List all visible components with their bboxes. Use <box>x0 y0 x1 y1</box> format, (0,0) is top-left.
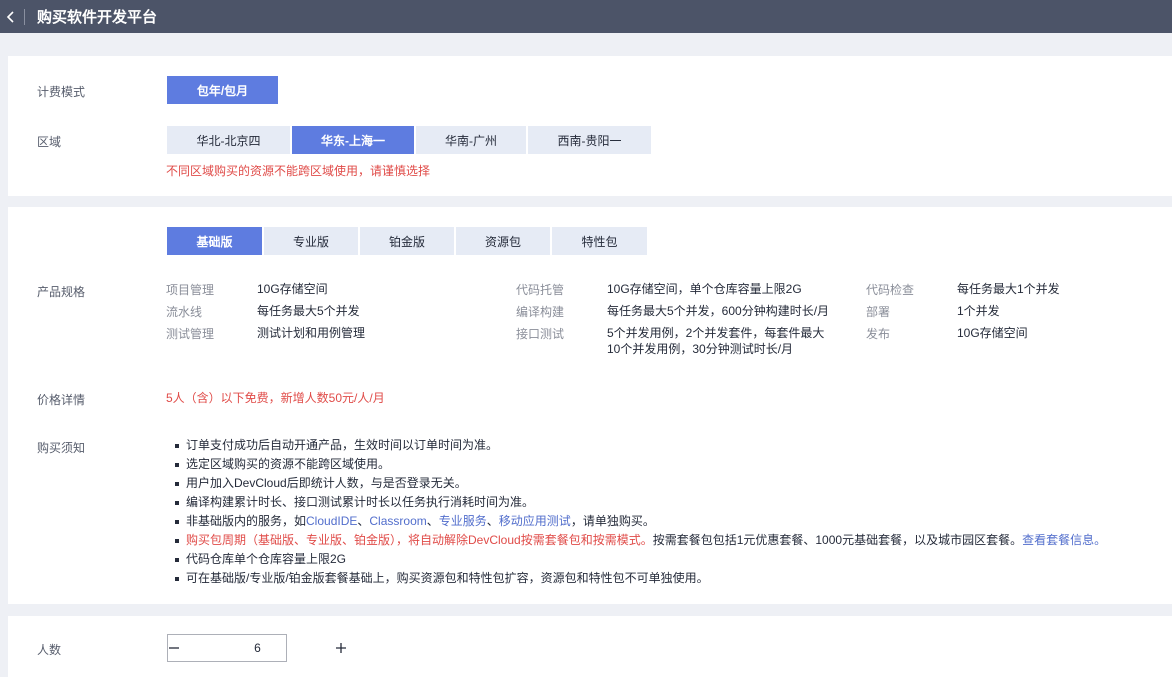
notice-item: 选定区域购买的资源不能跨区域使用。 <box>170 455 1170 474</box>
spec-key: 编译构建 <box>516 305 565 319</box>
minus-icon <box>169 647 179 649</box>
product-card: 基础版 专业版 铂金版 资源包 特性包 产品规格 项目管理 10G存储空间 流水… <box>8 207 1172 604</box>
tab-feature-pack[interactable]: 特性包 <box>552 227 647 255</box>
tab-professional[interactable]: 专业版 <box>264 227 358 255</box>
region-option-shanghai1[interactable]: 华东-上海一 <box>292 126 414 154</box>
notice-item: 可在基础版/专业版/铂金版套餐基础上，购买资源包和特性包扩容，资源包和特性包不可… <box>170 569 1170 588</box>
top-bar: 购买软件开发平台 <box>0 0 1172 33</box>
spec-value: 5个并发用例，2个并发套件，每套件最大 <box>607 326 825 340</box>
spec-key: 项目管理 <box>166 283 215 297</box>
spec-key: 代码检查 <box>866 283 915 297</box>
cloudide-link[interactable]: CloudIDE <box>306 514 357 528</box>
mobile-app-testing-link[interactable]: 移动应用测试 <box>499 514 571 528</box>
spec-value: 测试计划和用例管理 <box>257 326 366 340</box>
classroom-link[interactable]: Classroom <box>369 514 426 528</box>
region-warning: 不同区域购买的资源不能跨区域使用，请谨慎选择 <box>166 164 431 178</box>
spec-value: 10G存储空间 <box>257 282 328 296</box>
spec-key: 代码托管 <box>516 283 565 297</box>
plus-icon <box>336 643 346 653</box>
spec-value: 每任务最大5个并发，600分钟构建时长/月 <box>607 304 830 318</box>
people-count-input[interactable] <box>180 635 335 661</box>
page-title: 购买软件开发平台 <box>37 9 158 26</box>
tab-basic[interactable]: 基础版 <box>167 227 262 255</box>
notice-separator: 、 <box>426 514 439 528</box>
notice-warning-text: 购买包周期（基础版、专业版、铂金版），将自动解除DevCloud按需套餐包和按需… <box>186 533 653 547</box>
back-button[interactable] <box>0 0 22 33</box>
price-text: 5人（含）以下免费，新增人数50元/人/月 <box>166 391 385 405</box>
billing-region-card: 计费模式 包年/包月 区域 华北-北京四 华东-上海一 华南-广州 西南-贵阳一… <box>8 56 1172 196</box>
spec-key: 接口测试 <box>516 327 565 341</box>
notice-item: 订单支付成功后自动开通产品，生效时间以订单时间为准。 <box>170 436 1170 455</box>
price-label: 价格详情 <box>37 393 86 407</box>
spec-key: 流水线 <box>166 305 203 319</box>
spec-key: 测试管理 <box>166 327 215 341</box>
header-divider <box>24 8 25 25</box>
notice-separator: 、 <box>357 514 370 528</box>
region-option-guangzhou[interactable]: 华南-广州 <box>416 126 526 154</box>
notice-list: 订单支付成功后自动开通产品，生效时间以订单时间为准。 选定区域购买的资源不能跨区… <box>170 436 1170 588</box>
notice-item: 非基础版内的服务，如CloudIDE、Classroom、专业服务、移动应用测试… <box>170 512 1170 531</box>
region-option-guiyang1[interactable]: 西南-贵阳一 <box>528 126 651 154</box>
people-card: 人数 <box>8 616 1172 677</box>
notice-item: 购买包周期（基础版、专业版、铂金版），将自动解除DevCloud按需套餐包和按需… <box>170 531 1170 550</box>
people-label: 人数 <box>37 643 62 657</box>
chevron-left-icon <box>6 10 14 23</box>
spec-value: 10G存储空间，单个仓库容量上限2G <box>607 282 802 296</box>
spec-value: 每任务最大1个并发 <box>957 282 1060 296</box>
notice-text: 按需套餐包包括1元优惠套餐、1000元基础套餐，以及城市园区套餐。 <box>652 533 1023 547</box>
professional-service-link[interactable]: 专业服务 <box>439 514 487 528</box>
billing-option-yearly-monthly[interactable]: 包年/包月 <box>167 76 278 104</box>
spec-label: 产品规格 <box>37 285 86 299</box>
decrement-button[interactable] <box>168 635 180 661</box>
spec-key: 部署 <box>866 305 891 319</box>
spec-key: 发布 <box>866 327 891 341</box>
billing-mode-label: 计费模式 <box>37 85 86 99</box>
notice-separator: 、 <box>486 514 499 528</box>
notice-label: 购买须知 <box>37 441 86 455</box>
notice-item: 编译构建累计时长、接口测试累计时长以任务执行消耗时间为准。 <box>170 493 1170 512</box>
spec-value-line2: 10个并发用例，30分钟测试时长/月 <box>607 342 794 356</box>
notice-item: 代码仓库单个仓库容量上限2G <box>170 550 1170 569</box>
tab-platinum[interactable]: 铂金版 <box>360 227 454 255</box>
notice-text: ，请单独购买。 <box>570 514 655 528</box>
region-label: 区域 <box>37 135 62 149</box>
tab-resource-pack[interactable]: 资源包 <box>456 227 550 255</box>
notice-item: 用户加入DevCloud后即统计人数，与是否登录无关。 <box>170 474 1170 493</box>
people-stepper <box>167 634 346 662</box>
increment-button[interactable] <box>335 635 347 661</box>
notice-text: 非基础版内的服务，如 <box>186 514 307 528</box>
spec-value: 每任务最大5个并发 <box>257 304 360 318</box>
spec-value: 1个并发 <box>957 304 1000 318</box>
view-package-info-link[interactable]: 查看套餐信息。 <box>1022 533 1106 547</box>
spec-grid: 项目管理 10G存储空间 流水线 每任务最大5个并发 测试管理 测试计划和用例管… <box>166 279 1166 359</box>
region-option-beijing4[interactable]: 华北-北京四 <box>167 126 290 154</box>
spec-value: 10G存储空间 <box>957 326 1028 340</box>
